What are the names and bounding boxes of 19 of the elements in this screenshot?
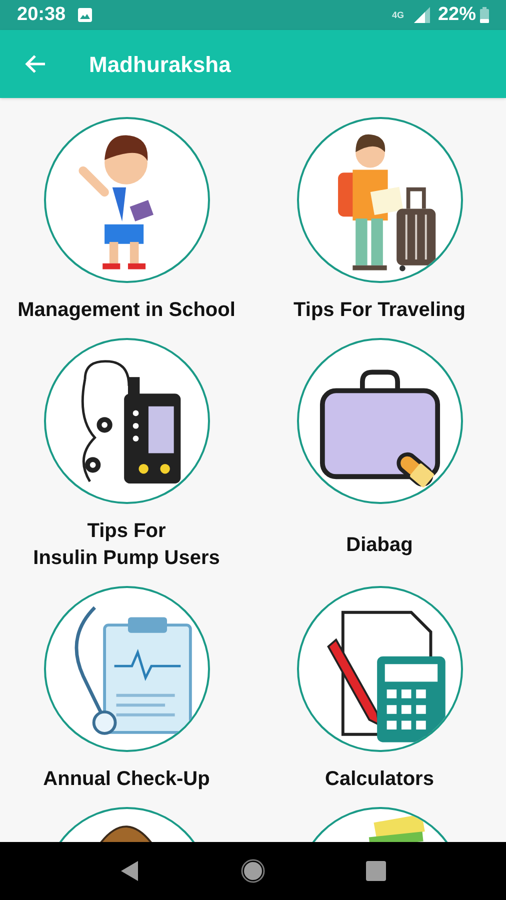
tile-label[interactable]: Calculators — [325, 766, 434, 793]
home-nav-icon[interactable] — [240, 859, 265, 883]
status-time: 20:38 — [17, 2, 66, 27]
app-title: Madhuraksha — [89, 50, 231, 78]
recents-nav-icon[interactable] — [366, 861, 386, 881]
battery-percent: 22% — [438, 2, 476, 27]
tile-label[interactable]: Management in School — [18, 297, 236, 324]
tile-label[interactable]: Annual Check-Up — [43, 766, 210, 793]
back-nav-icon[interactable] — [120, 860, 140, 882]
battery-icon — [480, 7, 489, 23]
books-drawing — [368, 814, 424, 842]
hair-drawing — [98, 826, 153, 842]
tile-label[interactable]: Tips For Traveling — [294, 297, 466, 324]
network-type: 4G — [392, 10, 404, 20]
image-notification-icon — [78, 8, 92, 22]
tile-label[interactable]: Tips For Insulin Pump Users — [33, 518, 220, 572]
signal-icon — [414, 7, 430, 23]
back-arrow-icon — [24, 54, 46, 74]
tile-label[interactable]: Diabag — [346, 532, 413, 558]
